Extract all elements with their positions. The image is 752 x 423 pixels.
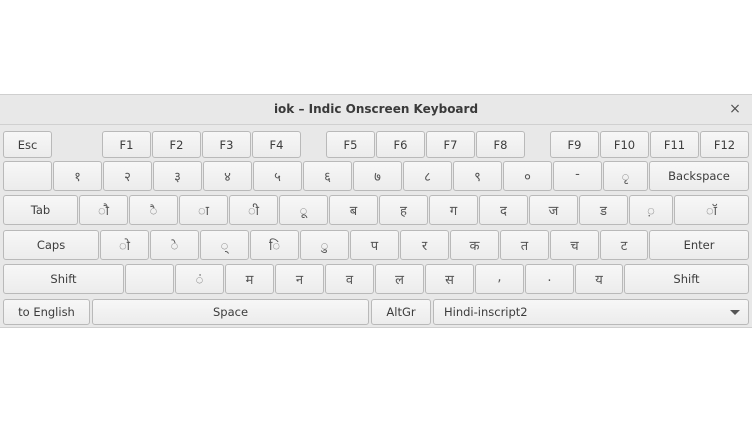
key-f1[interactable]: F1 <box>102 131 151 158</box>
key-p[interactable]: ज <box>529 195 578 225</box>
key-2[interactable]: २ <box>103 161 152 191</box>
key-u[interactable]: ह <box>379 195 428 225</box>
key-semicolon[interactable]: च <box>550 230 599 260</box>
key-g[interactable]: ु <box>300 230 349 260</box>
key-backspace[interactable]: Backspace <box>649 161 749 191</box>
key-tab[interactable]: Tab <box>3 195 78 225</box>
key-f10[interactable]: F10 <box>600 131 649 158</box>
key-h[interactable]: प <box>350 230 399 260</box>
key-5[interactable]: ५ <box>253 161 302 191</box>
key-f5[interactable]: F5 <box>326 131 375 158</box>
key-7[interactable]: ७ <box>353 161 402 191</box>
key-t[interactable]: ू <box>279 195 328 225</box>
key-f7[interactable]: F7 <box>426 131 475 158</box>
key-shift-left[interactable]: Shift <box>3 264 124 294</box>
key-quote[interactable]: ट <box>600 230 648 260</box>
key-i[interactable]: ग <box>429 195 478 225</box>
key-l[interactable]: त <box>500 230 549 260</box>
key-esc[interactable]: Esc <box>3 131 52 158</box>
layout-select[interactable]: Hindi-inscript2 <box>433 299 749 325</box>
key-x[interactable]: ं <box>175 264 224 294</box>
keyboard-window: iok – Indic Onscreen Keyboard × Esc F1 F… <box>0 94 752 328</box>
key-comma[interactable]: , <box>475 264 524 294</box>
key-0[interactable]: ० <box>503 161 552 191</box>
key-o[interactable]: द <box>479 195 528 225</box>
key-n[interactable]: ल <box>375 264 424 294</box>
close-icon[interactable]: × <box>726 99 744 119</box>
layout-select-value: Hindi-inscript2 <box>444 305 528 319</box>
key-f3[interactable]: F3 <box>202 131 251 158</box>
key-9[interactable]: ९ <box>453 161 502 191</box>
key-space[interactable]: Space <box>92 299 369 325</box>
key-f9[interactable]: F9 <box>550 131 599 158</box>
key-z[interactable] <box>125 264 174 294</box>
key-f6[interactable]: F6 <box>376 131 425 158</box>
key-equals[interactable]: ृ <box>603 161 648 191</box>
key-f8[interactable]: F8 <box>476 131 525 158</box>
key-right-bracket[interactable]: ़ <box>629 195 673 225</box>
key-f2[interactable]: F2 <box>152 131 201 158</box>
key-left-bracket[interactable]: ड <box>579 195 628 225</box>
key-e[interactable]: ा <box>179 195 228 225</box>
key-b[interactable]: व <box>325 264 374 294</box>
key-backslash[interactable]: ॉ <box>674 195 749 225</box>
titlebar: iok – Indic Onscreen Keyboard × <box>0 95 752 125</box>
key-f[interactable]: ि <box>250 230 299 260</box>
key-y[interactable]: ब <box>329 195 378 225</box>
key-r[interactable]: ी <box>229 195 278 225</box>
key-6[interactable]: ६ <box>303 161 352 191</box>
key-1[interactable]: १ <box>53 161 102 191</box>
window-title: iok – Indic Onscreen Keyboard <box>273 102 479 116</box>
key-f4[interactable]: F4 <box>252 131 301 158</box>
key-k[interactable]: क <box>450 230 499 260</box>
key-grave[interactable] <box>3 161 52 191</box>
key-f12[interactable]: F12 <box>700 131 749 158</box>
key-4[interactable]: ४ <box>203 161 252 191</box>
key-q[interactable]: ौ <box>79 195 128 225</box>
to-english-button[interactable]: to English <box>3 299 90 325</box>
key-8[interactable]: ८ <box>403 161 452 191</box>
key-shift-right[interactable]: Shift <box>624 264 749 294</box>
key-d[interactable]: ् <box>200 230 249 260</box>
key-m[interactable]: स <box>425 264 474 294</box>
key-w[interactable]: ै <box>129 195 178 225</box>
key-s[interactable]: े <box>150 230 199 260</box>
key-j[interactable]: र <box>400 230 449 260</box>
key-enter[interactable]: Enter <box>649 230 749 260</box>
key-minus[interactable]: - <box>553 161 602 191</box>
key-slash[interactable]: य <box>575 264 623 294</box>
key-a[interactable]: ो <box>100 230 149 260</box>
key-caps[interactable]: Caps <box>3 230 99 260</box>
key-3[interactable]: ३ <box>153 161 202 191</box>
key-f11[interactable]: F11 <box>650 131 699 158</box>
key-period[interactable]: . <box>525 264 574 294</box>
key-altgr[interactable]: AltGr <box>371 299 431 325</box>
key-v[interactable]: न <box>275 264 324 294</box>
key-c[interactable]: म <box>225 264 274 294</box>
chevron-down-icon <box>730 310 740 315</box>
